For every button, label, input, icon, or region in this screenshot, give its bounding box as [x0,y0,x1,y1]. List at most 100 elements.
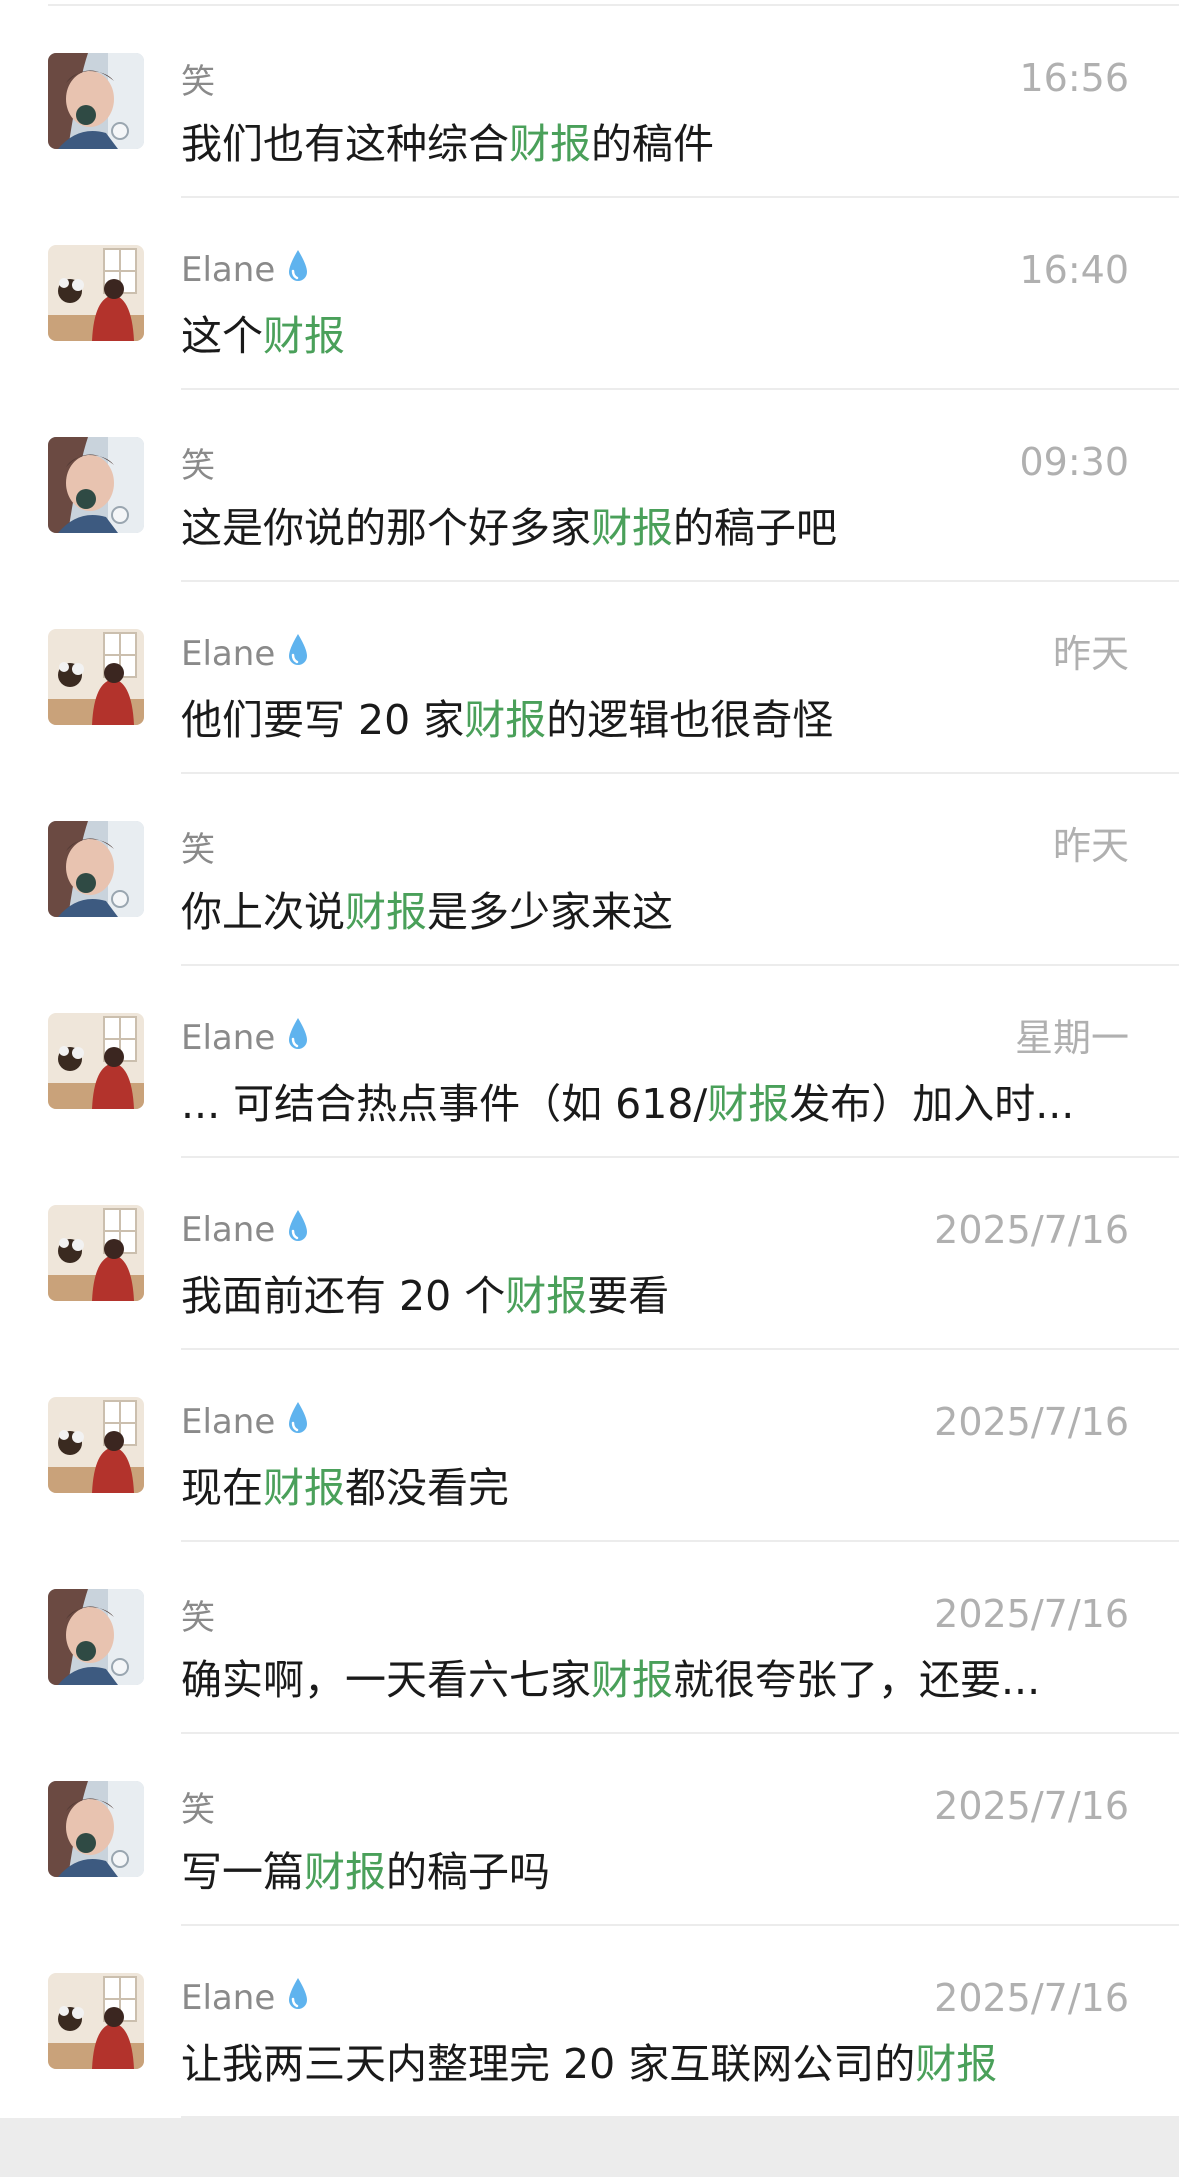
sender-name: 笑 [181,1789,215,1830]
sender-name: 笑 [181,61,215,102]
sender-name: 笑 [181,1597,215,1638]
message-time: 昨天 [1052,632,1129,676]
avatar-xiao[interactable] [48,53,144,149]
snippet-text-after: 的稿子吗 [386,1848,550,1896]
sender-name: Elane [181,1978,276,2018]
chat-search-results-page: 笑 16:56 我们也有这种综合财报的稿件 Elane 16:40 这个财报笑 09:30 这… [0,0,1179,2177]
snippet-keyword-highlight: 财报 [505,1272,588,1320]
water-drop-icon [287,1977,309,2020]
message-snippet: 他们要写 20 家财报的逻辑也很奇怪 [181,692,1131,748]
snippet-text-before: 确实啊，一天看六七家 [181,1656,591,1704]
sender-name: Elane [181,250,276,290]
avatar-elane[interactable] [48,1013,144,1109]
search-result-item[interactable]: Elane 16:40 这个财报 [0,198,1179,390]
avatar-elane[interactable] [48,245,144,341]
snippet-text-before: 我们也有这种综合 [181,120,509,168]
message-time: 09:30 [1019,440,1129,484]
snippet-text-before: 这个 [181,312,263,360]
avatar-elane[interactable] [48,1397,144,1493]
water-drop-icon [287,1017,309,1060]
snippet-text-before: 这是你说的那个好多家 [181,504,591,552]
snippet-keyword-highlight: 财报 [464,696,547,744]
snippet-keyword-highlight: 财报 [707,1080,790,1128]
snippet-keyword-highlight: 财报 [915,2040,998,2088]
search-result-item[interactable]: 笑 09:30 这是你说的那个好多家财报的稿子吧 [0,390,1179,582]
snippet-text-after: 的稿子吧 [673,504,837,552]
sender-line: 笑 [181,56,215,102]
snippet-keyword-highlight: 财报 [591,1656,673,1704]
snippet-text-after: 要看 [587,1272,670,1320]
search-result-item[interactable]: Elane 星期一 ... 可结合热点事件（如 618/财报发布）加入时... [0,966,1179,1158]
sender-line: Elane [181,248,309,292]
water-drop-icon [287,1401,309,1444]
snippet-text-before: 他们要写 20 家 [181,696,465,744]
avatar-elane[interactable] [48,1205,144,1301]
snippet-keyword-highlight: 财报 [509,120,591,168]
sender-name: 笑 [181,445,215,486]
snippet-keyword-highlight: 财报 [263,312,345,360]
sender-line: 笑 [181,824,215,870]
snippet-text-after: 的逻辑也很奇怪 [546,696,834,744]
message-time: 2025/7/16 [934,1592,1129,1636]
search-result-item[interactable]: Elane 2025/7/16 让我两三天内整理完 20 家互联网公司的财报 [0,1926,1179,2118]
avatar-xiao[interactable] [48,1589,144,1685]
search-result-item[interactable]: 笑 16:56 我们也有这种综合财报的稿件 [0,6,1179,198]
search-result-item[interactable]: 笑 2025/7/16 写一篇财报的稿子吗 [0,1734,1179,1926]
avatar-xiao[interactable] [48,821,144,917]
sender-name: 笑 [181,829,215,870]
message-time: 16:56 [1019,56,1129,100]
message-time: 2025/7/16 [934,1400,1129,1444]
avatar-xiao[interactable] [48,1781,144,1877]
avatar-elane[interactable] [48,1973,144,2069]
search-result-item[interactable]: Elane 2025/7/16 现在财报都没看完 [0,1350,1179,1542]
sender-line: 笑 [181,1592,215,1638]
sender-name: Elane [181,1018,276,1058]
snippet-text-before: ... 可结合热点事件（如 618/ [181,1080,708,1128]
snippet-text-before: 你上次说 [181,888,345,936]
avatar-elane[interactable] [48,629,144,725]
message-snippet: 让我两三天内整理完 20 家互联网公司的财报 [181,2036,1131,2092]
water-drop-icon [287,249,309,292]
sender-line: 笑 [181,1784,215,1830]
message-time: 星期一 [1014,1016,1129,1060]
snippet-text-after: 的稿件 [591,120,714,168]
search-result-item[interactable]: 笑 2025/7/16 确实啊，一天看六七家财报就很夸张了，还要... [0,1542,1179,1734]
message-snippet: 我们也有这种综合财报的稿件 [181,116,1131,172]
sender-line: Elane [181,632,309,676]
message-time: 2025/7/16 [934,1208,1129,1252]
search-result-item[interactable]: Elane 昨天他们要写 20 家财报的逻辑也很奇怪 [0,582,1179,774]
search-result-item[interactable]: 笑 昨天你上次说财报是多少家来这 [0,774,1179,966]
message-time: 昨天 [1052,824,1129,868]
sender-line: Elane [181,1400,309,1444]
snippet-keyword-highlight: 财报 [263,1464,345,1512]
snippet-keyword-highlight: 财报 [345,888,427,936]
message-snippet: ... 可结合热点事件（如 618/财报发布）加入时... [181,1076,1131,1132]
message-snippet: 写一篇财报的稿子吗 [181,1844,1131,1900]
avatar-xiao[interactable] [48,437,144,533]
message-time: 2025/7/16 [934,1976,1129,2020]
sender-line: Elane [181,1208,309,1252]
snippet-keyword-highlight: 财报 [304,1848,386,1896]
snippet-text-after: 发布）加入时... [789,1080,1075,1128]
message-snippet: 我面前还有 20 个财报要看 [181,1268,1131,1324]
snippet-text-before: 让我两三天内整理完 20 家互联网公司的 [181,2040,916,2088]
snippet-text-before: 写一篇 [181,1848,304,1896]
sender-line: Elane [181,1976,309,2020]
message-snippet: 这是你说的那个好多家财报的稿子吧 [181,500,1131,556]
snippet-keyword-highlight: 财报 [591,504,673,552]
message-snippet: 现在财报都没看完 [181,1460,1131,1516]
sender-name: Elane [181,1210,276,1250]
sender-line: Elane [181,1016,309,1060]
snippet-text-after: 是多少家来这 [427,888,673,936]
sender-name: Elane [181,634,276,674]
search-result-item[interactable]: Elane 2025/7/16 我面前还有 20 个财报要看 [0,1158,1179,1350]
snippet-text-before: 现在 [181,1464,263,1512]
water-drop-icon [287,633,309,676]
message-snippet: 确实啊，一天看六七家财报就很夸张了，还要... [181,1652,1131,1708]
sender-name: Elane [181,1402,276,1442]
water-drop-icon [287,1209,309,1252]
snippet-text-before: 我面前还有 20 个 [181,1272,506,1320]
message-snippet: 这个财报 [181,308,1131,364]
bottom-bar [0,2118,1179,2177]
message-time: 2025/7/16 [934,1784,1129,1828]
